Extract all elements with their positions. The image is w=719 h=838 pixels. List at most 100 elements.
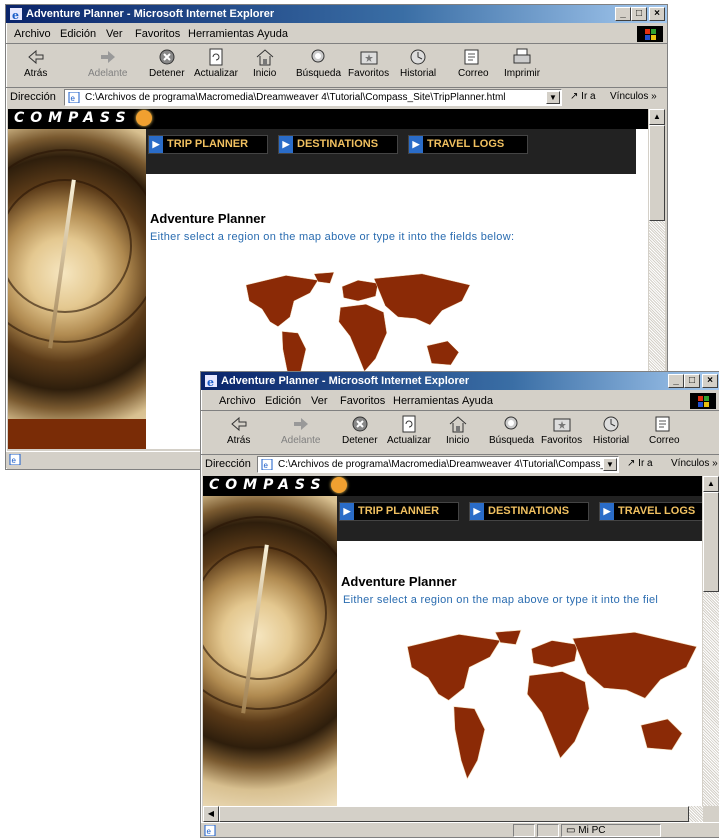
- menu-herramientas[interactable]: Herramientas: [188, 28, 254, 40]
- menu-favoritos[interactable]: Favoritos: [135, 28, 180, 40]
- address-dropdown-button[interactable]: ▼: [546, 91, 560, 104]
- close-button[interactable]: ×: [702, 374, 718, 388]
- forward-button[interactable]: Adelante: [88, 47, 127, 79]
- menu-edicion[interactable]: Edición: [265, 395, 301, 407]
- nav-travel-logs[interactable]: ▶ TRAVEL LOGS: [408, 135, 528, 154]
- close-button[interactable]: ×: [649, 7, 665, 21]
- title-bar[interactable]: e Adventure Planner - Microsoft Internet…: [6, 5, 667, 23]
- search-button[interactable]: Búsqueda: [489, 414, 534, 446]
- browser-window-front: e Adventure Planner - Microsoft Internet…: [200, 371, 719, 838]
- world-map[interactable]: [397, 626, 702, 781]
- horizontal-scrollbar[interactable]: ◀: [203, 806, 703, 822]
- nav-label: DESTINATIONS: [488, 505, 570, 517]
- minimize-button[interactable]: _: [615, 7, 631, 21]
- forward-arrow-icon: [100, 51, 115, 63]
- nav-label: TRAVEL LOGS: [427, 138, 505, 150]
- flag-icon: ▶: [409, 136, 423, 153]
- windows-logo-icon: [690, 393, 716, 409]
- ie-icon: e: [205, 375, 217, 388]
- windows-logo-icon: [637, 26, 663, 42]
- zone-label: Mi PC: [578, 825, 606, 836]
- back-button[interactable]: Atrás: [24, 47, 47, 79]
- scroll-up-button[interactable]: ▲: [703, 476, 719, 492]
- maximize-button[interactable]: □: [631, 7, 647, 21]
- menu-ver[interactable]: Ver: [106, 28, 123, 40]
- go-button[interactable]: ↗ Ir a: [627, 458, 653, 469]
- nav-destinations[interactable]: ▶ DESTINATIONS: [278, 135, 398, 154]
- go-label: Ir a: [638, 458, 653, 469]
- go-button[interactable]: ↗ Ir a: [570, 91, 596, 102]
- menu-archivo[interactable]: Archivo: [219, 395, 256, 407]
- print-button[interactable]: Imprimir: [504, 47, 540, 79]
- mail-button[interactable]: Correo: [649, 414, 680, 446]
- site-logo: COMPASS: [14, 110, 132, 126]
- history-button[interactable]: Historial: [593, 414, 629, 446]
- address-input[interactable]: e C:\Archivos de programa\Macromedia\Dre…: [257, 456, 619, 473]
- links-button[interactable]: Vínculos »: [610, 91, 657, 102]
- forward-button[interactable]: Adelante: [281, 414, 320, 446]
- go-label: Ir a: [581, 91, 596, 102]
- print-label: Imprimir: [504, 68, 541, 79]
- forward-arrow-icon: [293, 418, 308, 430]
- menu-favoritos[interactable]: Favoritos: [340, 395, 385, 407]
- back-arrow-icon: [27, 49, 44, 65]
- nav-trip-planner[interactable]: ▶ TRIP PLANNER: [339, 502, 459, 521]
- home-icon: [449, 416, 467, 433]
- search-button[interactable]: Búsqueda: [296, 47, 341, 79]
- svg-text:e: e: [12, 9, 19, 21]
- maximize-button[interactable]: □: [684, 374, 700, 388]
- flag-icon: ▶: [470, 503, 484, 520]
- refresh-button[interactable]: Actualizar: [194, 47, 238, 79]
- stop-button[interactable]: Detener: [342, 414, 378, 446]
- svg-text:e: e: [207, 376, 214, 388]
- address-label: Dirección: [205, 458, 251, 470]
- refresh-button[interactable]: Actualizar: [387, 414, 431, 446]
- history-button[interactable]: Historial: [400, 47, 436, 79]
- favorites-button[interactable]: Favoritos: [541, 414, 582, 446]
- search-icon: [311, 49, 325, 63]
- history-icon: [410, 49, 426, 65]
- menu-herramientas[interactable]: Herramientas: [393, 395, 459, 407]
- stop-icon: [352, 416, 368, 432]
- address-input[interactable]: e C:\Archivos de programa\Macromedia\Dre…: [64, 89, 562, 106]
- status-bar: e ▭ Mi PC: [201, 822, 719, 837]
- page-icon: e: [261, 459, 273, 470]
- title-bar[interactable]: e Adventure Planner - Microsoft Internet…: [201, 372, 719, 390]
- home-button[interactable]: Inicio: [253, 47, 276, 79]
- nav-destinations[interactable]: ▶ DESTINATIONS: [469, 502, 589, 521]
- menu-bar: Archivo Edición Ver Favoritos Herramient…: [6, 25, 667, 44]
- page-status-icon: e: [9, 454, 21, 465]
- nav-travel-logs[interactable]: ▶ TRAVEL LOGS: [599, 502, 702, 521]
- home-button[interactable]: Inicio: [446, 414, 469, 446]
- menu-archivo[interactable]: Archivo: [14, 28, 51, 40]
- nav-trip-planner[interactable]: ▶ TRIP PLANNER: [148, 135, 268, 154]
- horizontal-scroll-thumb[interactable]: [219, 806, 689, 822]
- vertical-scrollbar[interactable]: ▲: [703, 476, 719, 806]
- scroll-thumb[interactable]: [703, 492, 719, 592]
- back-button[interactable]: Atrás: [227, 414, 250, 446]
- scroll-up-button[interactable]: ▲: [649, 109, 665, 125]
- links-button[interactable]: Vínculos »: [671, 458, 718, 469]
- page-status-icon: e: [204, 825, 216, 836]
- site-nav: ▶ TRIP PLANNER ▶ DESTINATIONS ▶ TRAVEL LOGS: [337, 496, 702, 541]
- page-title: Adventure Planner: [341, 574, 457, 589]
- address-bar: Dirección e C:\Archivos de programa\Macr…: [201, 455, 719, 474]
- status-pane: [537, 824, 559, 837]
- minimize-button[interactable]: _: [668, 374, 684, 388]
- stop-button[interactable]: Detener: [149, 47, 185, 79]
- address-dropdown-button[interactable]: ▼: [603, 458, 617, 471]
- flag-icon: ▶: [340, 503, 354, 520]
- scroll-left-button[interactable]: ◀: [203, 806, 219, 822]
- site-header: COMPASS: [8, 109, 648, 129]
- menu-edicion[interactable]: Edición: [60, 28, 96, 40]
- favorites-label: Favoritos: [348, 68, 390, 79]
- menu-ayuda[interactable]: Ayuda: [462, 395, 493, 407]
- menu-bar: Archivo Edición Ver Favoritos Herramient…: [201, 392, 719, 411]
- home-icon: [256, 49, 274, 66]
- mail-button[interactable]: Correo: [458, 47, 489, 79]
- scroll-thumb[interactable]: [649, 125, 665, 221]
- menu-ver[interactable]: Ver: [311, 395, 328, 407]
- mail-icon: [655, 416, 670, 432]
- menu-ayuda[interactable]: Ayuda: [257, 28, 288, 40]
- favorites-button[interactable]: Favoritos: [348, 47, 389, 79]
